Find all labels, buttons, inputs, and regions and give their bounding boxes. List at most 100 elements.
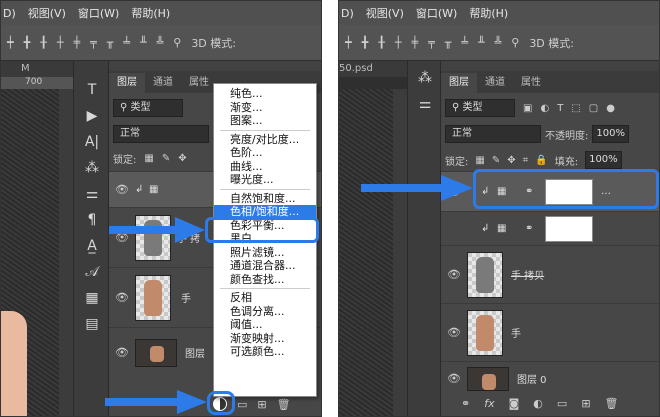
lock-pixels-icon[interactable]: ▦: [475, 155, 484, 166]
eye-icon[interactable]: 👁: [441, 326, 467, 339]
menu-help[interactable]: 帮助(H): [469, 5, 508, 21]
menu-item-vibrance[interactable]: 自然饱和度...: [214, 192, 316, 206]
blend-mode-select[interactable]: 正常: [113, 125, 209, 143]
menu-item-color-lookup[interactable]: 颜色查找...: [214, 273, 316, 287]
document-tab[interactable]: 50.psd: [339, 61, 407, 77]
menu-d[interactable]: D): [3, 7, 16, 20]
menu-window[interactable]: 窗口(W): [416, 5, 457, 21]
distribute-icon[interactable]: ╤: [428, 36, 435, 49]
lock-all-icon[interactable]: 🔒: [535, 155, 547, 166]
search-icon[interactable]: ⚲: [511, 36, 519, 49]
select-arrow-icon[interactable]: ▶: [74, 103, 110, 129]
opacity-input[interactable]: 100%: [592, 125, 629, 143]
sliders-icon[interactable]: ⚌: [74, 181, 110, 207]
align-icon[interactable]: ┿: [7, 36, 14, 49]
blend-mode-select[interactable]: 正常: [445, 125, 541, 143]
eye-icon[interactable]: 👁: [109, 291, 135, 304]
layer-row[interactable]: 👁 图层 0: [441, 361, 659, 395]
fx-icon[interactable]: fx: [484, 397, 494, 410]
align-icon[interactable]: ╂: [40, 36, 47, 49]
align-icon[interactable]: ┼: [395, 36, 402, 49]
search-icon[interactable]: ⚲: [173, 36, 181, 49]
menu-item-solid-color[interactable]: 纯色...: [214, 87, 316, 101]
align-icon[interactable]: ┼: [57, 36, 64, 49]
layer-filter-select[interactable]: ⚲ 类型: [113, 99, 183, 117]
filter-pixel-icon[interactable]: ▣: [523, 103, 532, 114]
trash-icon[interactable]: 🗑: [277, 398, 291, 411]
layer-filter-select[interactable]: ⚲ 类型: [445, 99, 515, 117]
fill-input[interactable]: 100%: [585, 151, 622, 169]
adjustment-layer-icon[interactable]: ◐: [533, 397, 543, 410]
align-icon[interactable]: ╋: [362, 36, 369, 49]
new-layer-icon[interactable]: ⊞: [257, 398, 266, 411]
add-mask-icon[interactable]: ◙: [509, 397, 520, 410]
filter-type-icon[interactable]: T: [557, 103, 563, 114]
menu-window[interactable]: 窗口(W): [78, 5, 119, 21]
trash-icon[interactable]: 🗑: [605, 397, 619, 410]
tab-layers[interactable]: 图层: [109, 73, 145, 93]
lock-move-icon[interactable]: ✥: [178, 153, 186, 164]
lock-paint-icon[interactable]: ✎: [162, 153, 170, 164]
table-icon[interactable]: ▦: [74, 285, 110, 311]
eye-icon[interactable]: 👁: [441, 372, 467, 385]
tab-properties[interactable]: 属性: [181, 73, 217, 93]
document-tab[interactable]: M: [1, 61, 73, 77]
menu-item-brightness-contrast[interactable]: 亮度/对比度...: [214, 133, 316, 147]
layer-row[interactable]: 👁 手: [441, 303, 659, 361]
menu-item-posterize[interactable]: 色调分离...: [214, 305, 316, 319]
layer-row[interactable]: ↲ ▦ ⚭: [441, 211, 659, 245]
menu-item-levels[interactable]: 色阶...: [214, 146, 316, 160]
distribute-icon[interactable]: ╥: [107, 36, 114, 49]
distribute-icon[interactable]: ╤: [90, 36, 97, 49]
menu-item-exposure[interactable]: 曝光度...: [214, 173, 316, 187]
menu-help[interactable]: 帮助(H): [131, 5, 170, 21]
lock-pixels-icon[interactable]: ▦: [144, 153, 153, 164]
paragraph-icon[interactable]: ¶: [74, 207, 110, 233]
tab-channels[interactable]: 通道: [145, 73, 181, 93]
menu-item-pattern[interactable]: 图案...: [214, 114, 316, 128]
sliders-icon[interactable]: ⚌: [408, 91, 442, 117]
notes-icon[interactable]: ▤: [74, 311, 110, 337]
lock-move-icon[interactable]: ✥: [507, 155, 515, 166]
filter-adjust-icon[interactable]: ◐: [540, 103, 549, 114]
new-layer-icon[interactable]: ⊞: [581, 397, 590, 410]
filter-smart-icon[interactable]: ▢: [589, 103, 598, 114]
distribute-icon[interactable]: ╧: [461, 36, 468, 49]
filter-shape-icon[interactable]: ⬚: [571, 103, 580, 114]
tab-channels[interactable]: 通道: [477, 73, 513, 93]
distribute-icon[interactable]: ╨: [478, 36, 485, 49]
distribute-icon[interactable]: ╪: [74, 36, 81, 49]
menu-item-curves[interactable]: 曲线...: [214, 160, 316, 174]
align-icon[interactable]: ┿: [345, 36, 352, 49]
menu-d[interactable]: D): [341, 7, 354, 20]
brush-settings-icon[interactable]: ⁂: [408, 65, 442, 91]
link-layers-icon[interactable]: ⚭: [461, 397, 470, 410]
menu-item-threshold[interactable]: 阈值...: [214, 318, 316, 332]
menu-item-gradient[interactable]: 渐变...: [214, 101, 316, 115]
glyph-icon[interactable]: A̲: [74, 233, 110, 259]
lock-paint-icon[interactable]: ✎: [492, 155, 500, 166]
eye-icon[interactable]: 👁: [441, 268, 467, 281]
filter-toggle-icon[interactable]: ●: [606, 103, 615, 114]
type-icon[interactable]: T: [74, 77, 110, 103]
lock-artboard-icon[interactable]: ⌗: [523, 155, 529, 166]
canvas[interactable]: [339, 89, 393, 416]
tab-layers[interactable]: 图层: [441, 73, 477, 93]
character-icon[interactable]: A|: [74, 129, 110, 155]
distribute-icon[interactable]: ╨: [140, 36, 147, 49]
menu-item-invert[interactable]: 反相: [214, 291, 316, 305]
tab-properties[interactable]: 属性: [513, 73, 549, 93]
distribute-icon[interactable]: ╥: [445, 36, 452, 49]
align-icon[interactable]: ╋: [24, 36, 31, 49]
brush-settings-icon[interactable]: ⁂: [74, 155, 110, 181]
group-icon[interactable]: ▭: [237, 398, 247, 411]
menu-item-photo-filter[interactable]: 照片滤镜...: [214, 246, 316, 260]
distribute-icon[interactable]: ╩: [157, 36, 164, 49]
menu-item-selective-color[interactable]: 可选颜色...: [214, 345, 316, 359]
style-icon[interactable]: 𝒜: [74, 259, 110, 285]
eye-icon[interactable]: 👁: [109, 346, 135, 359]
distribute-icon[interactable]: ╩: [495, 36, 502, 49]
layer-row[interactable]: 👁 手 拷贝: [441, 245, 659, 303]
distribute-icon[interactable]: ╪: [412, 36, 419, 49]
eye-icon[interactable]: 👁: [109, 183, 135, 196]
